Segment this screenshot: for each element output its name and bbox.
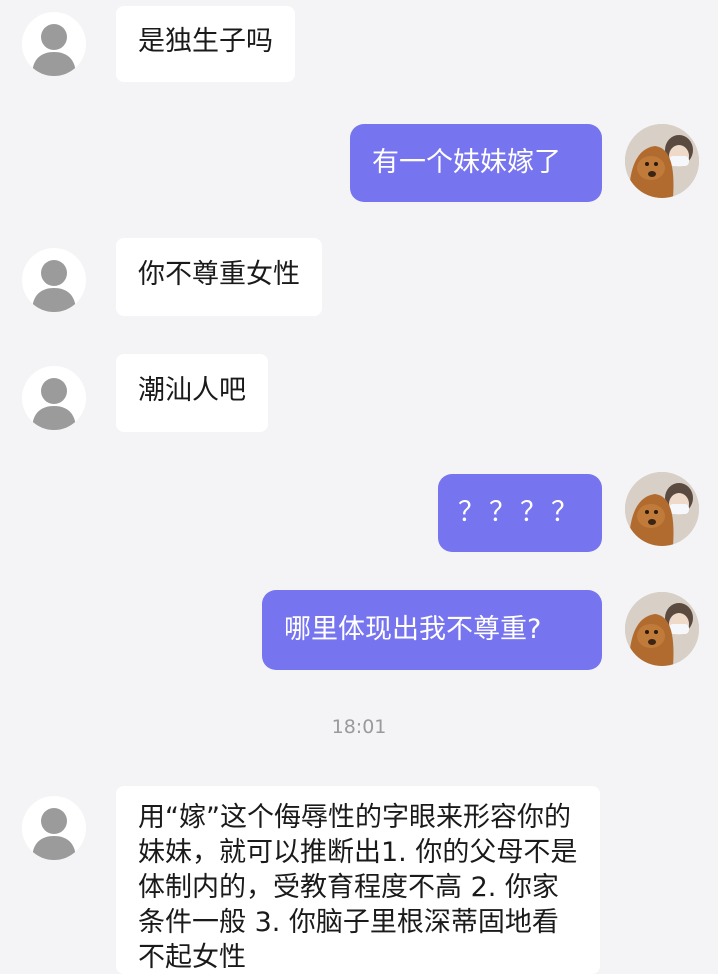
message-text: 用“嫁”这个侮辱性的字眼来形容你的妹妹，就可以推断出1. 你的父母不是体制内的，… [138, 802, 578, 973]
outgoing-message-bubble: 有一个妹妹嫁了 [350, 124, 602, 202]
message-text: 有一个妹妹嫁了 [372, 147, 561, 178]
outgoing-message-bubble: ？？？？ [438, 474, 602, 552]
message-text: 哪里体现出我不尊重? [284, 614, 542, 645]
own-avatar[interactable] [625, 592, 699, 666]
default-person-icon [32, 260, 76, 312]
message-text: 潮汕人吧 [138, 375, 246, 406]
contact-avatar[interactable] [22, 796, 86, 860]
contact-avatar[interactable] [22, 366, 86, 430]
default-person-icon [32, 24, 76, 76]
default-person-icon [32, 378, 76, 430]
own-avatar[interactable] [625, 124, 699, 198]
photo-avatar-dog-person [625, 472, 699, 546]
own-avatar[interactable] [625, 472, 699, 546]
photo-avatar-dog-person [625, 592, 699, 666]
photo-avatar-dog-person [625, 124, 699, 198]
timestamp: 18:01 [331, 716, 387, 738]
message-text: ？？？？ [458, 497, 582, 528]
default-person-icon [32, 808, 76, 860]
outgoing-message-bubble: 哪里体现出我不尊重? [262, 590, 602, 670]
contact-avatar[interactable] [22, 12, 86, 76]
message-text: 你不尊重女性 [138, 259, 300, 290]
incoming-message-bubble: 潮汕人吧 [116, 354, 268, 432]
contact-avatar[interactable] [22, 248, 86, 312]
incoming-message-bubble: 用“嫁”这个侮辱性的字眼来形容你的妹妹，就可以推断出1. 你的父母不是体制内的，… [116, 786, 600, 974]
message-text: 是独生子吗 [138, 26, 273, 57]
incoming-message-bubble: 是独生子吗 [116, 6, 295, 82]
incoming-message-bubble: 你不尊重女性 [116, 238, 322, 316]
